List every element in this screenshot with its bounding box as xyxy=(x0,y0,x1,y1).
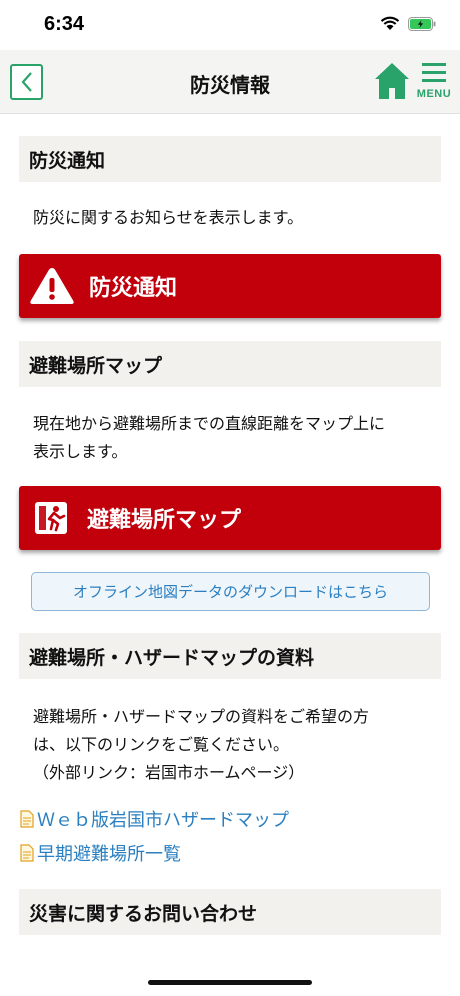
hazard-docs-description-line3: （外部リンク：岩国市ホームページ） xyxy=(33,763,305,782)
battery-icon xyxy=(408,16,436,31)
section-header-hazard-docs: 避難場所・ハザードマップの資料 xyxy=(19,633,441,679)
hamburger-icon xyxy=(422,63,446,82)
hazard-map-link[interactable]: Ｗｅｂ版岩国市ハザードマップ xyxy=(20,806,289,832)
nav-bar: 防災情報 MENU xyxy=(0,50,460,114)
shelter-map-description-line1: 現在地から避難場所までの直線距離をマップ上に xyxy=(33,414,386,433)
status-time: 6:34 xyxy=(44,13,85,35)
section-header-inquiry: 災害に関するお問い合わせ xyxy=(19,889,441,935)
disaster-notice-button[interactable]: 防災通知 xyxy=(19,254,441,318)
hazard-docs-description-line2: は、以下のリンクをご覧ください。 xyxy=(33,735,290,754)
home-indicator xyxy=(148,980,312,985)
shelter-map-button-label: 避難場所マップ xyxy=(87,508,242,533)
section-header-notice: 防災通知 xyxy=(19,136,441,182)
document-icon xyxy=(20,810,34,828)
status-bar: 6:34 xyxy=(0,0,460,50)
home-button[interactable] xyxy=(374,62,410,102)
early-shelter-list-link[interactable]: 早期避難場所一覧 xyxy=(20,840,181,866)
emergency-exit-icon xyxy=(35,502,67,534)
home-icon xyxy=(375,63,409,99)
document-icon xyxy=(20,844,34,862)
hazard-docs-description-line1: 避難場所・ハザードマップの資料をご希望の方 xyxy=(33,707,370,726)
offline-map-download-link[interactable]: オフライン地図データのダウンロードはこちら xyxy=(31,572,430,611)
menu-button[interactable]: MENU xyxy=(414,60,454,106)
wifi-icon xyxy=(380,16,400,30)
early-shelter-list-link-label: 早期避難場所一覧 xyxy=(37,844,181,865)
section-header-shelter-map: 避難場所マップ xyxy=(19,341,441,387)
status-icons xyxy=(380,16,436,31)
notice-description: 防災に関するお知らせを表示します。 xyxy=(33,208,304,227)
warning-icon xyxy=(30,268,74,304)
disaster-notice-button-label: 防災通知 xyxy=(89,276,178,301)
shelter-map-description-line2: 表示します。 xyxy=(33,442,128,461)
shelter-map-button[interactable]: 避難場所マップ xyxy=(19,486,441,550)
hazard-map-link-label: Ｗｅｂ版岩国市ハザードマップ xyxy=(37,810,289,831)
menu-label: MENU xyxy=(416,88,452,100)
